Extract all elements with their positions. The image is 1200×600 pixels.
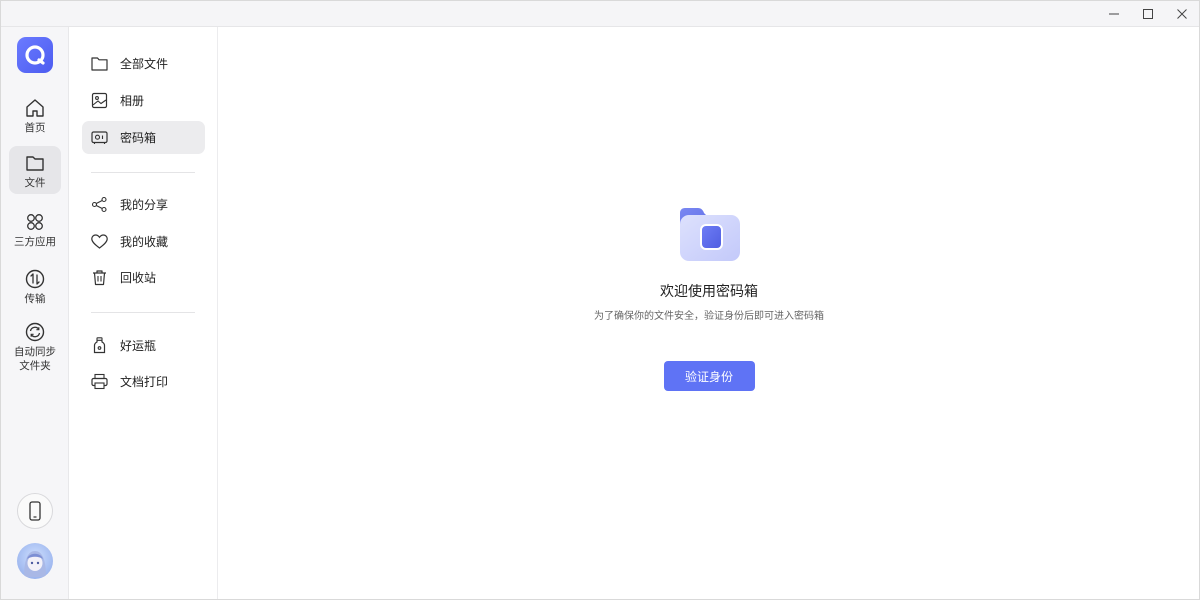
trash-icon xyxy=(93,270,106,286)
icon-rail: 首页 文件 三方应用 传输 自动同步 文件夹 xyxy=(1,27,69,599)
main-content: 欢迎使用密码箱 为了确保你的文件安全，验证身份后即可进入密码箱 验证身份 xyxy=(219,27,1199,599)
avatar-icon xyxy=(24,551,46,577)
photo-icon xyxy=(91,92,108,109)
nav-label: 好运瓶 xyxy=(120,339,157,353)
password-box-welcome: 欢迎使用密码箱 为了确保你的文件安全，验证身份后即可进入密码箱 验证身份 xyxy=(219,205,1199,391)
minimize-icon xyxy=(1109,13,1119,15)
rail-item-files[interactable]: 文件 xyxy=(9,146,61,194)
close-icon xyxy=(1177,9,1187,19)
maximize-icon xyxy=(1143,9,1153,19)
rail-label: 三方应用 xyxy=(14,236,56,248)
rail-item-apps[interactable]: 三方应用 xyxy=(9,205,61,253)
mobile-device-button[interactable] xyxy=(17,493,53,529)
rail-item-sync-folder[interactable]: 自动同步 文件夹 xyxy=(9,315,61,377)
user-avatar[interactable] xyxy=(17,543,53,579)
nav-item-lucky-bottle[interactable]: 好运瓶 xyxy=(82,329,205,362)
nav-label: 我的分享 xyxy=(120,198,169,212)
nav-label: 我的收藏 xyxy=(120,235,169,249)
rail-item-transfer[interactable]: 传输 xyxy=(9,262,61,310)
locked-folder-icon xyxy=(680,208,740,261)
file-category-nav: 全部文件 相册 密码箱 我的分享 我的收藏 回收站 好运瓶 文档打印 xyxy=(69,27,218,599)
rail-label: 文件 xyxy=(24,177,46,189)
rail-label: 首页 xyxy=(24,122,46,134)
sync-icon xyxy=(25,322,45,342)
password-box-illustration xyxy=(676,205,742,265)
title-bar xyxy=(1,1,1199,27)
nav-divider xyxy=(91,312,195,313)
share-icon xyxy=(91,196,107,213)
app-window: 首页 文件 三方应用 传输 自动同步 文件夹 全部文件 相册 密码箱 我的分享 … xyxy=(0,0,1200,600)
rail-label: 自动同步 文件夹 xyxy=(14,346,56,372)
bottle-icon xyxy=(93,337,106,354)
maximize-button[interactable] xyxy=(1131,1,1165,27)
nav-item-my-shares[interactable]: 我的分享 xyxy=(82,188,205,221)
nav-divider xyxy=(91,172,195,173)
folder-icon xyxy=(91,57,108,71)
nav-label: 全部文件 xyxy=(120,57,169,71)
folder-icon xyxy=(26,156,44,171)
minimize-button[interactable] xyxy=(1097,1,1131,27)
phone-icon xyxy=(29,501,41,521)
nav-item-document-print[interactable]: 文档打印 xyxy=(82,365,205,398)
app-logo-icon xyxy=(25,45,45,65)
welcome-description: 为了确保你的文件安全，验证身份后即可进入密码箱 xyxy=(594,311,824,322)
transfer-icon xyxy=(25,269,45,289)
nav-label: 相册 xyxy=(120,94,145,108)
verify-identity-button[interactable]: 验证身份 xyxy=(663,361,755,391)
nav-label: 密码箱 xyxy=(120,131,157,145)
rail-item-home[interactable]: 首页 xyxy=(9,91,61,139)
home-icon xyxy=(26,99,44,117)
window-controls xyxy=(1097,1,1199,27)
welcome-title: 欢迎使用密码箱 xyxy=(660,284,758,300)
rail-label: 传输 xyxy=(24,293,46,305)
nav-item-recycle-bin[interactable]: 回收站 xyxy=(82,261,205,294)
nav-item-password-box[interactable]: 密码箱 xyxy=(82,121,205,154)
close-button[interactable] xyxy=(1165,1,1199,27)
printer-icon xyxy=(91,373,108,390)
nav-label: 回收站 xyxy=(120,271,157,285)
nav-item-all-files[interactable]: 全部文件 xyxy=(82,47,205,80)
apps-grid-icon xyxy=(27,214,43,230)
heart-icon xyxy=(91,234,108,249)
nav-label: 文档打印 xyxy=(120,375,169,389)
nav-item-favorites[interactable]: 我的收藏 xyxy=(82,225,205,258)
safe-icon xyxy=(91,131,108,144)
nav-item-album[interactable]: 相册 xyxy=(82,84,205,117)
app-logo[interactable] xyxy=(17,37,53,73)
